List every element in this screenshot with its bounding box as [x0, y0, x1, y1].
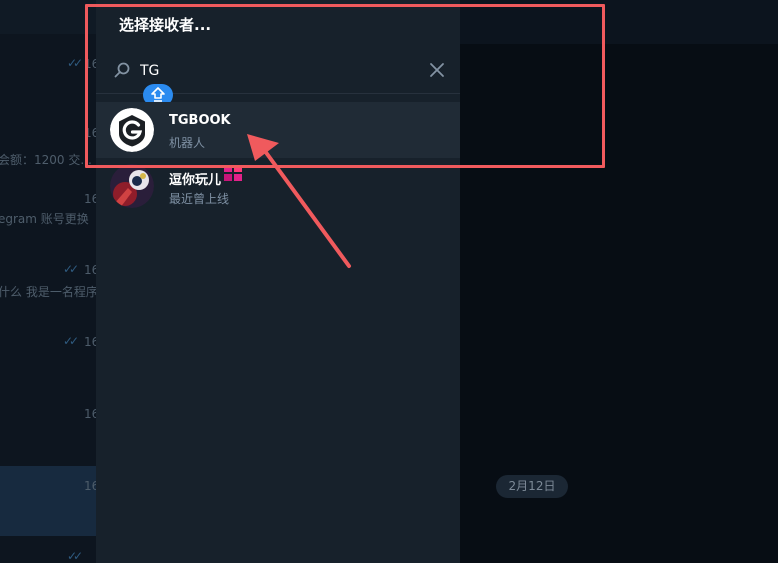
result-name: 逗你玩儿: [169, 173, 222, 188]
close-icon[interactable]: [429, 62, 445, 78]
read-check-icon: ✓✓: [63, 334, 79, 348]
read-check-icon: ✓✓: [67, 549, 83, 563]
result-name: TGBOOK: [169, 113, 231, 128]
emoji-status-icon: [224, 165, 242, 181]
result-item-user[interactable]: 逗你玩儿 最近曾上线: [96, 158, 460, 214]
selected-chat-row[interactable]: [0, 466, 96, 536]
user-avatar: [110, 164, 154, 208]
chat-preview: 什么 我是一名程序: [0, 285, 98, 299]
chat-preview: egram 账号更换: [0, 212, 89, 226]
chat-preview: 会额：1200 交...: [0, 153, 92, 167]
search-icon: [114, 62, 130, 78]
read-check-icon: ✓✓: [63, 262, 79, 276]
choose-recipient-dialog: 选择接收者... TGBOOK 机器人: [96, 0, 460, 563]
result-item-tgbook[interactable]: TGBOOK 机器人: [96, 102, 460, 158]
chat-list-header: [0, 0, 96, 34]
result-subtitle: 机器人: [169, 136, 206, 150]
search-input[interactable]: [140, 60, 410, 82]
tgbook-avatar: [110, 108, 154, 152]
dialog-title: 选择接收者...: [119, 16, 212, 34]
conversation-header: [460, 0, 778, 44]
date-separator: 2月12日: [496, 475, 568, 498]
read-check-icon: ✓✓: [67, 56, 83, 70]
result-subtitle: 最近曾上线: [169, 192, 230, 206]
